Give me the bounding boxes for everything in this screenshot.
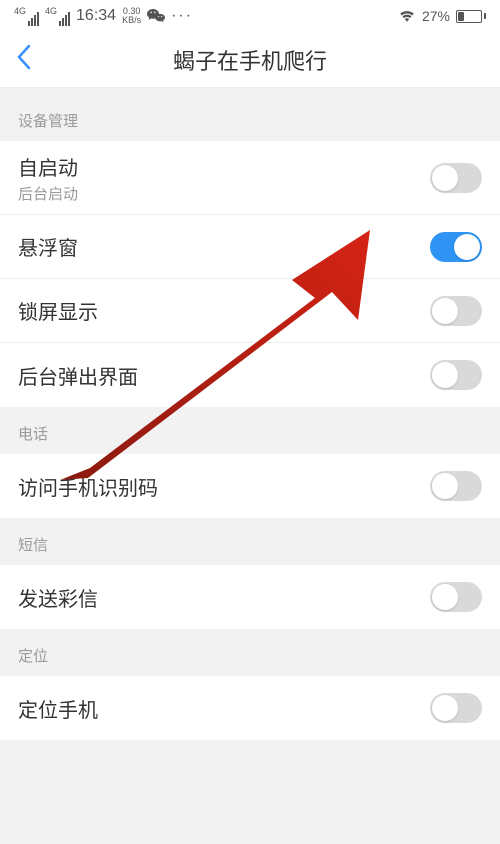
row-title: 后台弹出界面 <box>18 361 138 390</box>
row-title: 定位手机 <box>18 694 98 723</box>
settings-row[interactable]: 后台弹出界面 <box>0 343 500 407</box>
row-title: 访问手机识别码 <box>18 472 158 501</box>
time: 16:34 <box>76 7 116 25</box>
section-header: 电话 <box>0 407 500 454</box>
settings-row[interactable]: 定位手机 <box>0 676 500 740</box>
nav-bar: 蝎子在手机爬行 <box>0 32 500 88</box>
row-subtitle: 后台启动 <box>18 183 78 204</box>
status-bar: 4G 4G 16:34 0.30 KB/s ··· <box>0 0 500 32</box>
toggle-switch[interactable] <box>430 296 482 326</box>
battery-percent: 27% <box>422 8 450 24</box>
section-header: 定位 <box>0 629 500 676</box>
signal-1: 4G <box>14 6 39 26</box>
row-title: 锁屏显示 <box>18 296 98 325</box>
settings-row[interactable]: 访问手机识别码 <box>0 454 500 518</box>
wifi-icon <box>398 8 416 25</box>
row-title: 发送彩信 <box>18 583 98 612</box>
page-title: 蝎子在手机爬行 <box>0 44 500 76</box>
net-label-1: 4G <box>14 6 26 16</box>
net-speed: 0.30 KB/s <box>122 7 141 25</box>
settings-row[interactable]: 自启动后台启动 <box>0 141 500 215</box>
back-button[interactable] <box>0 44 48 75</box>
settings-row[interactable]: 发送彩信 <box>0 565 500 629</box>
toggle-switch[interactable] <box>430 232 482 262</box>
status-left: 4G 4G 16:34 0.30 KB/s ··· <box>14 6 193 26</box>
net-label-2: 4G <box>45 6 57 16</box>
status-right: 27% <box>398 8 486 25</box>
wechat-icon <box>147 7 165 26</box>
section-header: 设备管理 <box>0 88 500 141</box>
more-icon: ··· <box>171 7 193 25</box>
battery-icon <box>456 10 486 23</box>
toggle-switch[interactable] <box>430 360 482 390</box>
toggle-switch[interactable] <box>430 582 482 612</box>
settings-row[interactable]: 悬浮窗 <box>0 215 500 279</box>
section-header: 短信 <box>0 518 500 565</box>
signal-2: 4G <box>45 6 70 26</box>
toggle-switch[interactable] <box>430 163 482 193</box>
settings-row[interactable]: 锁屏显示 <box>0 279 500 343</box>
row-title: 悬浮窗 <box>18 232 78 261</box>
row-title: 自启动 <box>18 152 78 181</box>
toggle-switch[interactable] <box>430 693 482 723</box>
toggle-switch[interactable] <box>430 471 482 501</box>
